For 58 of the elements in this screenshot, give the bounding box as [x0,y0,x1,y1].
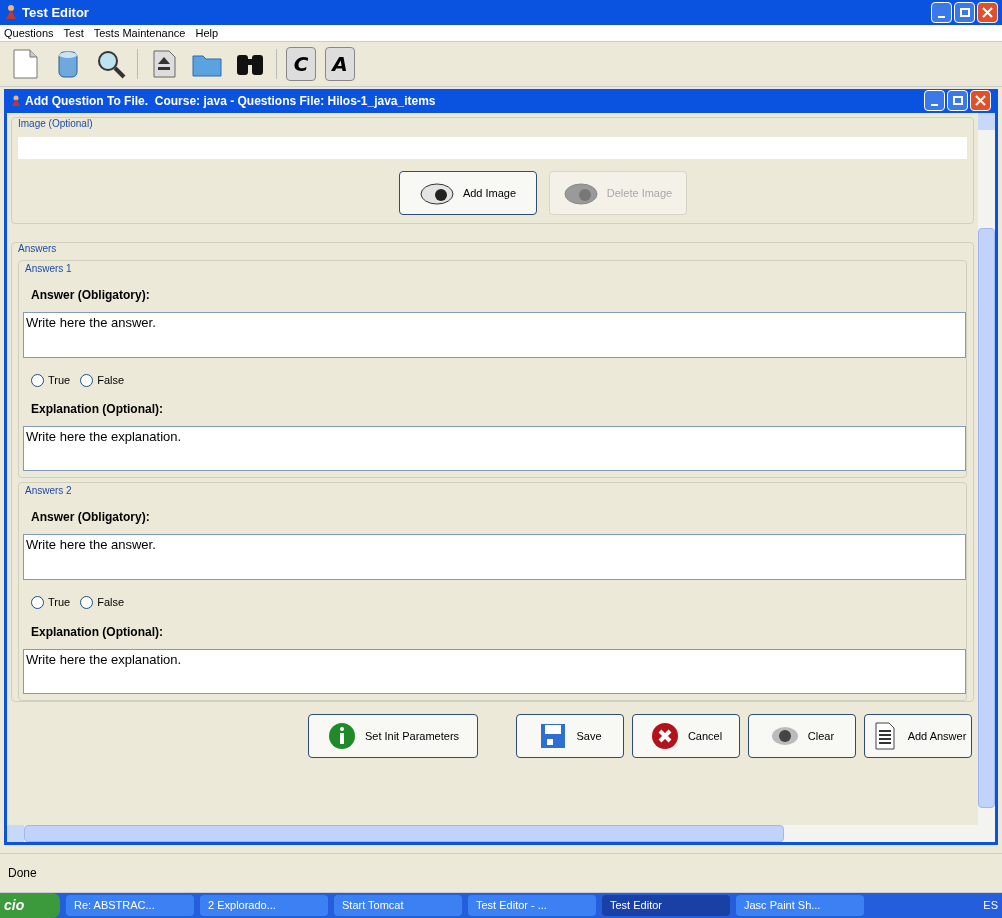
add-image-button[interactable]: Add Image [398,170,537,215]
maximize-button[interactable] [954,2,975,23]
action-button[interactable]: Clear [748,713,856,758]
answer-field[interactable]: Write here the answer. [23,311,966,358]
radio-button[interactable] [31,596,44,610]
radio-button[interactable] [80,596,94,610]
taskbar-button[interactable]: Test Editor [602,895,730,916]
taskbar-button[interactable]: Re: ABSTRAC... [66,895,194,916]
start-button[interactable]: cio [0,893,60,918]
taskbar-button[interactable]: Jasc Paint Sh... [736,895,864,916]
action-button[interactable]: Save [516,713,624,758]
field-label: Explanation (Optional): [31,623,164,641]
close-icon [975,95,986,107]
answer-field[interactable]: Write here the answer. [23,534,966,581]
menu-item[interactable]: Questions [4,24,54,42]
close-button[interactable] [977,2,998,23]
info-icon [326,720,357,751]
restore-button[interactable] [947,90,968,112]
status-bar: Done [0,853,1002,894]
radio-label: True [48,595,71,611]
close-icon [982,7,993,18]
app-icon [4,4,18,21]
radio-label: True [48,372,71,388]
document-letter-icon[interactable]: C [286,46,316,81]
cancel-icon [649,720,680,751]
group-legend: Answers 1 [23,260,966,276]
minimize-button[interactable] [924,90,945,112]
taskbar-button[interactable]: 2 Explorado... [200,895,328,916]
menu-item[interactable]: Tests Maintenance [93,24,186,42]
close-button[interactable] [970,90,991,112]
inner-window-title: Add Question To File. Course: java - Questions File: Hilos-1_java_items [25,92,436,110]
language-indicator: ES [983,898,998,914]
vertical-scrollbar[interactable] [978,112,995,826]
menu-item[interactable]: Test [63,24,84,42]
section-legend: Answers [18,240,967,256]
radio-button[interactable] [80,373,94,387]
app-icon [11,94,21,107]
action-button[interactable]: Cancel [632,713,740,758]
group-legend: Answers 2 [23,483,966,499]
menu-item[interactable]: Help [195,24,219,42]
explanation-field[interactable]: Write here the explanation. [23,648,966,694]
action-button[interactable]: Set Init Parameters [308,713,478,758]
document-letter-icon[interactable]: A [325,46,355,81]
section-legend: Image (Optional) [18,115,967,131]
window-title: Test Editor [22,3,89,22]
image-path-field[interactable] [18,136,967,159]
field-label: Answer (Obligatory): [31,509,151,527]
minimize-button[interactable] [931,2,952,23]
action-button[interactable]: Add Answer [864,713,972,758]
field-label: Explanation (Optional): [31,401,164,419]
radio-label: False [97,372,125,388]
radio-button[interactable] [31,373,44,387]
horizontal-scrollbar[interactable] [7,825,995,843]
radio-label: False [97,595,125,611]
field-label: Answer (Obligatory): [31,286,151,304]
taskbar-button[interactable]: Start Tomcat [334,895,462,916]
explanation-field[interactable]: Write here the explanation. [23,426,966,472]
taskbar-button[interactable]: Test Editor - ... [468,895,596,916]
